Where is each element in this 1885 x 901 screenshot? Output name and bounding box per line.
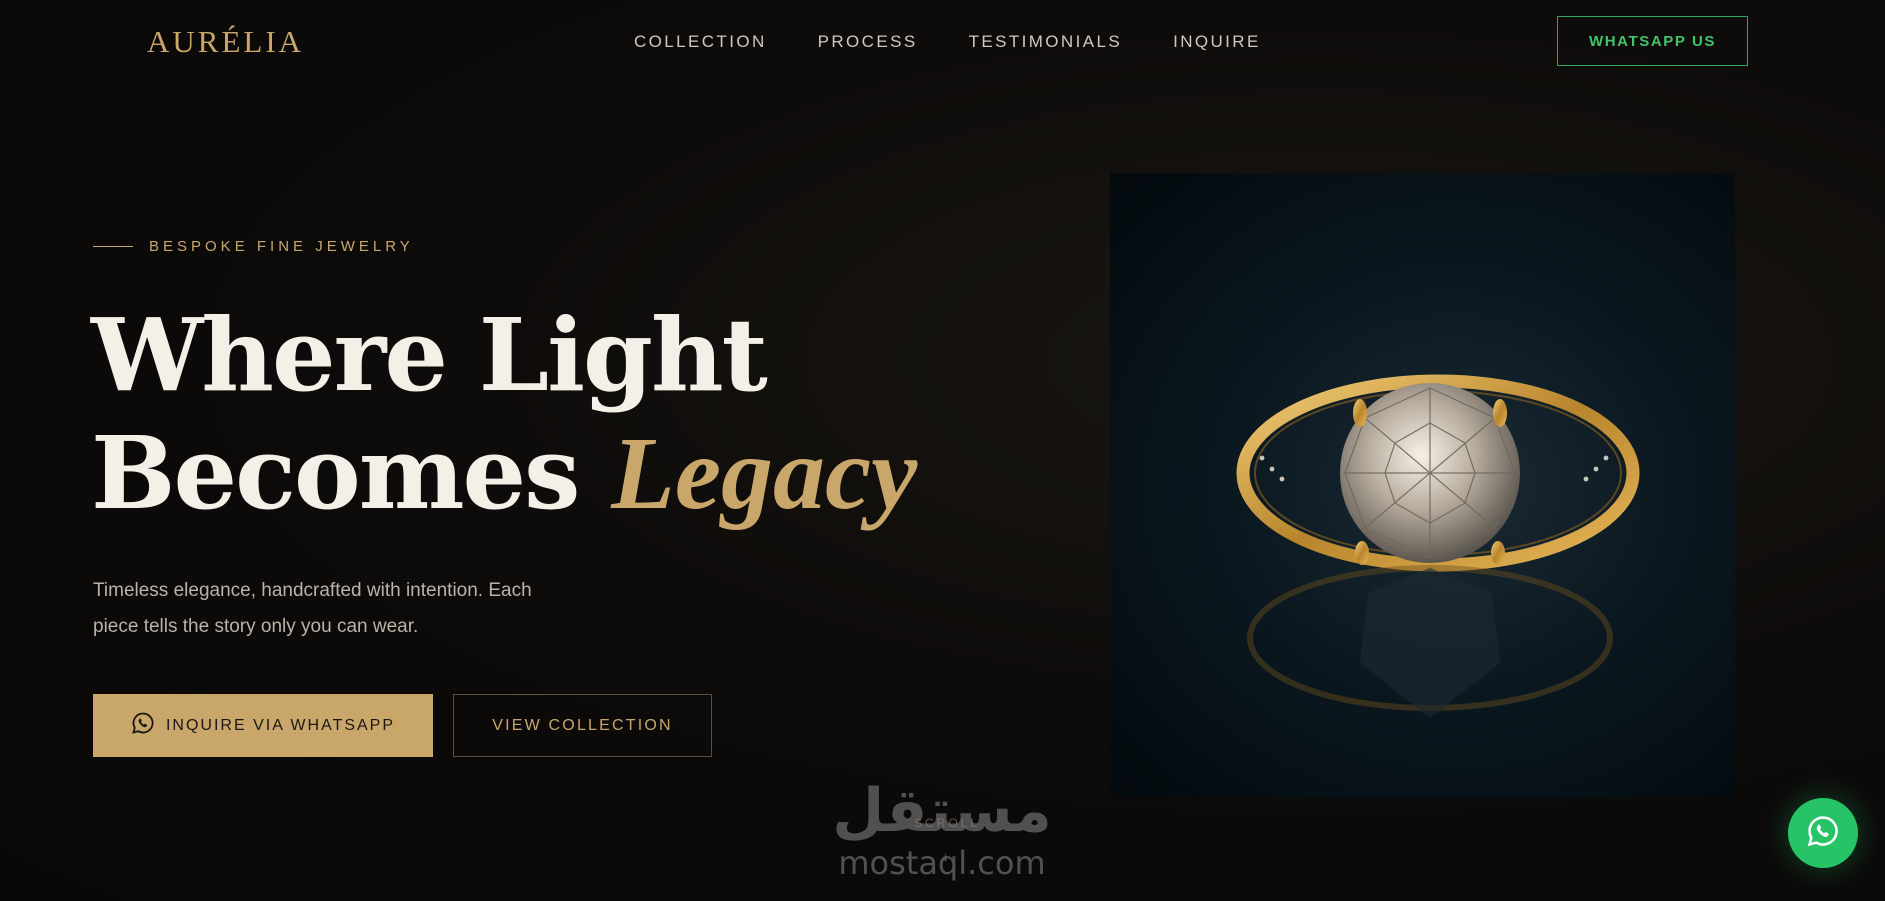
ring-product-image: [1110, 173, 1735, 798]
nav-link-inquire[interactable]: INQUIRE: [1173, 32, 1261, 52]
mostaql-watermark: مستقل mostaql.com: [826, 776, 1058, 884]
nav-link-collection[interactable]: COLLECTION: [634, 32, 767, 52]
nav-link-testimonials[interactable]: TESTIMONIALS: [969, 32, 1123, 52]
nav-links: COLLECTION PROCESS TESTIMONIALS INQUIRE: [634, 32, 1261, 52]
headline-line-2: Becomes: [91, 414, 580, 532]
headline-accent: Legacy: [611, 416, 918, 531]
floating-whatsapp-button[interactable]: [1788, 798, 1858, 868]
top-navigation: AURÉLIA COLLECTION PROCESS TESTIMONIALS …: [0, 0, 1885, 84]
diamond-ring-illustration: [1236, 374, 1640, 718]
hero-eyebrow: BESPOKE FINE JEWELRY: [93, 238, 414, 255]
brand-logo[interactable]: AURÉLIA: [147, 24, 304, 60]
view-collection-button[interactable]: VIEW COLLECTION: [453, 694, 712, 757]
nav-link-process[interactable]: PROCESS: [818, 32, 918, 52]
hero-description: Timeless elegance, handcrafted with inte…: [93, 580, 532, 637]
headline-line-1: Where Light: [91, 296, 768, 414]
whatsapp-icon: [131, 711, 155, 740]
inquire-whatsapp-label: INQUIRE VIA WHATSAPP: [165, 716, 396, 734]
whatsapp-icon: [1806, 814, 1840, 853]
whatsapp-us-button[interactable]: WHATSAPP US: [1557, 16, 1748, 66]
watermark-arabic-text: مستقل: [832, 776, 1052, 846]
hero-headline: Where Light Becomes Legacy: [91, 296, 917, 533]
watermark-latin-text: mostaql.com: [838, 844, 1046, 882]
inquire-whatsapp-button[interactable]: INQUIRE VIA WHATSAPP: [93, 694, 433, 757]
eyebrow-text: BESPOKE FINE JEWELRY: [149, 238, 414, 255]
eyebrow-divider: [93, 246, 133, 247]
